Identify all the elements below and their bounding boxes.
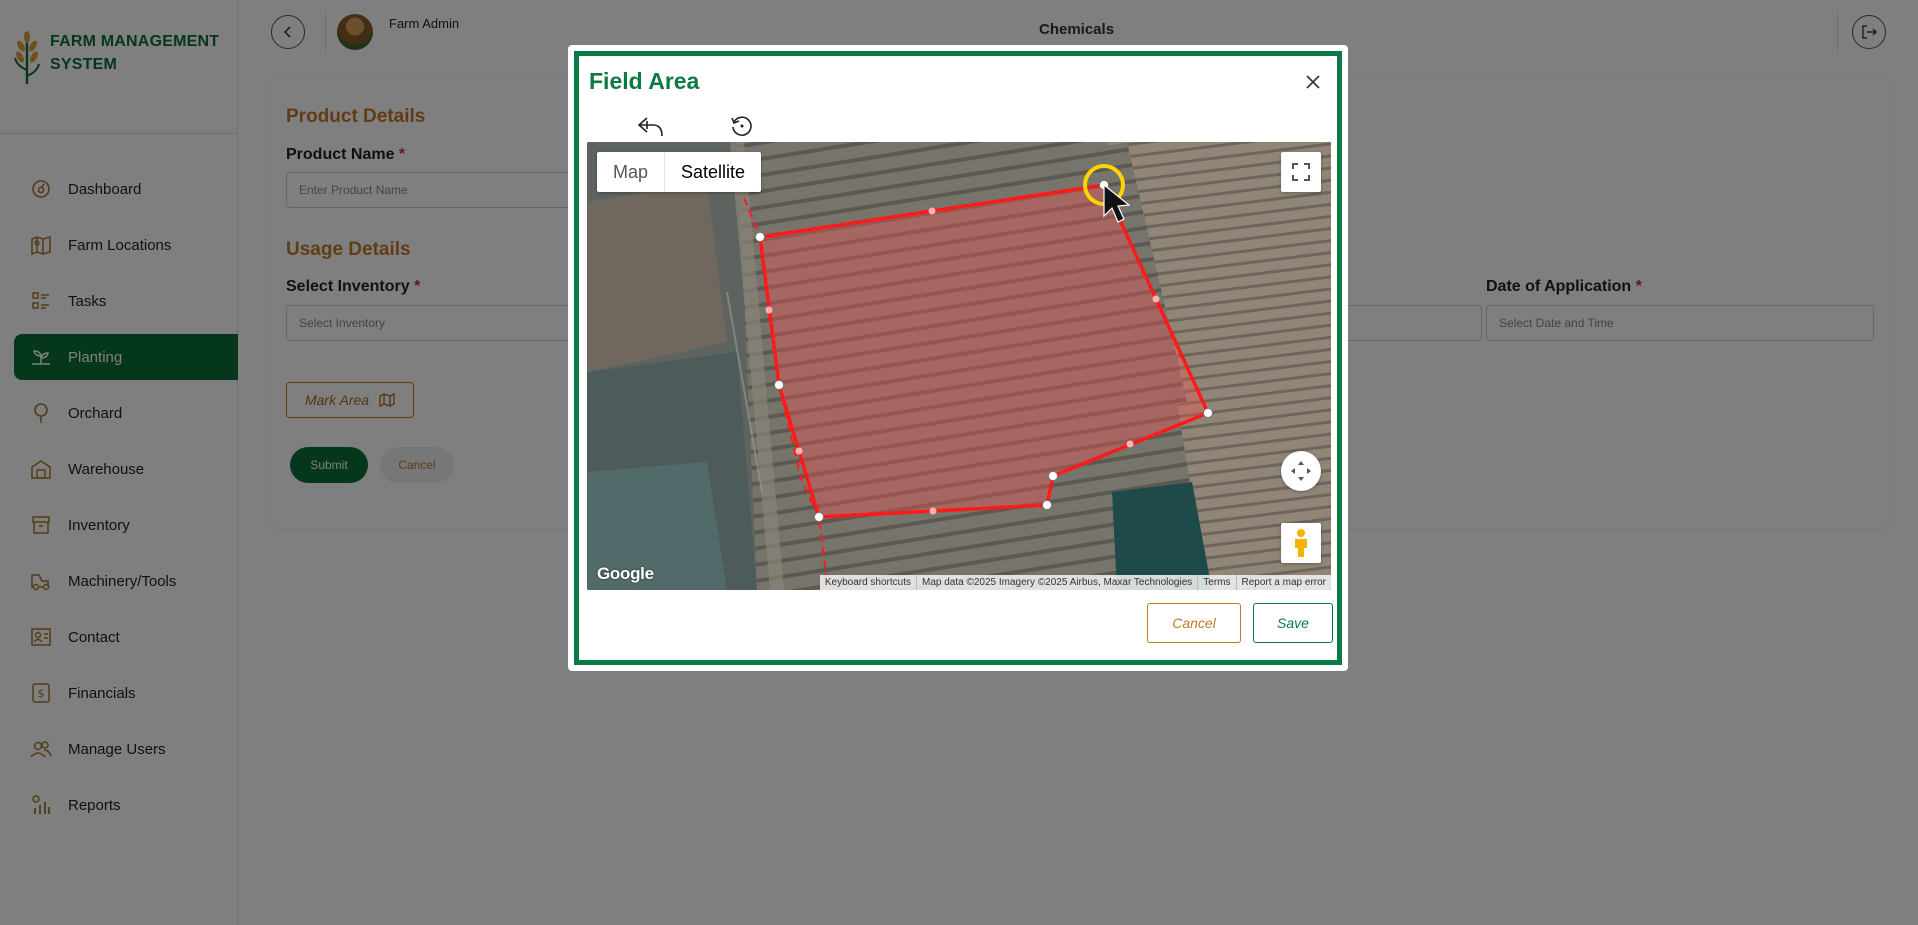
modal-frame: Field Area Map Satellite Google Keyboard…	[574, 51, 1342, 665]
map-data-attribution: Map data ©2025 Imagery ©2025 Airbus, Max…	[916, 575, 1197, 590]
keyboard-shortcuts-link[interactable]: Keyboard shortcuts	[820, 575, 916, 590]
modal-title: Field Area	[589, 68, 700, 94]
undo-icon[interactable]	[635, 114, 665, 140]
map-type-map-button[interactable]: Map	[597, 152, 664, 192]
polygon-vertex[interactable]	[755, 232, 765, 242]
map-attribution: Keyboard shortcuts Map data ©2025 Imager…	[819, 575, 1331, 590]
pegman-icon	[1295, 529, 1307, 557]
terms-link[interactable]: Terms	[1197, 575, 1235, 590]
polygon-midpoint[interactable]	[929, 507, 937, 515]
camera-control-button[interactable]	[1281, 451, 1321, 491]
map-type-satellite-button[interactable]: Satellite	[664, 152, 761, 192]
polygon-vertex[interactable]	[814, 512, 824, 522]
fullscreen-button[interactable]	[1281, 152, 1321, 192]
pan-arrows-icon	[1291, 461, 1311, 481]
close-icon[interactable]	[1303, 72, 1323, 92]
google-logo: Google	[597, 564, 654, 583]
map-type-control: Map Satellite	[597, 152, 762, 192]
polygon-midpoint[interactable]	[1126, 440, 1134, 448]
polygon-vertex[interactable]	[1042, 500, 1052, 510]
polygon-vertex[interactable]	[1203, 408, 1213, 418]
report-error-link[interactable]: Report a map error	[1235, 575, 1331, 590]
street-view-button[interactable]	[1281, 523, 1321, 563]
polygon-midpoint[interactable]	[1152, 295, 1160, 303]
map-view[interactable]: Map Satellite Google Keyboard shortcuts …	[587, 142, 1331, 590]
modal-cancel-button[interactable]: Cancel	[1147, 603, 1241, 643]
field-polygon	[743, 164, 1213, 583]
polygon-midpoint[interactable]	[928, 207, 936, 215]
polygon-vertex[interactable]	[774, 380, 784, 390]
fullscreen-icon	[1292, 163, 1310, 181]
reset-icon[interactable]	[729, 113, 755, 139]
polygon-midpoint[interactable]	[765, 306, 773, 314]
modal-save-button[interactable]: Save	[1253, 603, 1333, 643]
field-area-modal: Field Area Map Satellite Google Keyboard…	[568, 45, 1348, 671]
polygon-vertex[interactable]	[1048, 471, 1058, 481]
polygon-midpoint[interactable]	[795, 447, 803, 455]
